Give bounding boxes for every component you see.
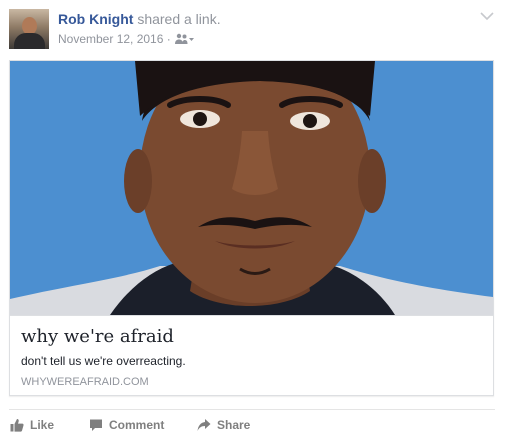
link-preview-text[interactable]: why we're afraid don't tell us we're ove…	[10, 315, 493, 395]
comment-icon	[90, 419, 102, 431]
post-header: Rob Knight shared a link.	[58, 10, 221, 28]
friends-icon[interactable]	[174, 33, 195, 45]
meta-separator: ·	[163, 32, 175, 46]
share-label: Share	[217, 418, 251, 432]
actions-divider	[9, 409, 495, 410]
avatar-body	[14, 33, 45, 49]
post-timestamp[interactable]: November 12, 2016	[58, 32, 163, 46]
comment-label: Comment	[109, 418, 165, 432]
link-preview-image[interactable]	[10, 61, 493, 315]
comment-button[interactable]: Comment	[89, 417, 164, 433]
link-title[interactable]: why we're afraid	[21, 326, 174, 348]
author-avatar[interactable]	[9, 9, 49, 49]
like-label: Like	[30, 418, 55, 432]
thumbs-up-icon	[10, 419, 24, 432]
link-domain: WHYWEREAFRAID.COM	[21, 376, 149, 388]
post-action-text: shared a link.	[137, 11, 221, 27]
post-meta: November 12, 2016 ·	[58, 31, 195, 47]
link-description: don't tell us we're overreacting.	[21, 354, 186, 368]
feed-post: Rob Knight shared a link. November 12, 2…	[0, 0, 505, 439]
share-arrow-icon	[197, 419, 211, 431]
portrait-image	[10, 61, 493, 315]
link-preview-card[interactable]: why we're afraid don't tell us we're ove…	[9, 60, 494, 396]
like-button[interactable]: Like	[10, 417, 54, 433]
share-button[interactable]: Share	[197, 417, 250, 433]
author-name-link[interactable]: Rob Knight	[58, 11, 133, 27]
chevron-down-icon[interactable]	[480, 11, 494, 21]
